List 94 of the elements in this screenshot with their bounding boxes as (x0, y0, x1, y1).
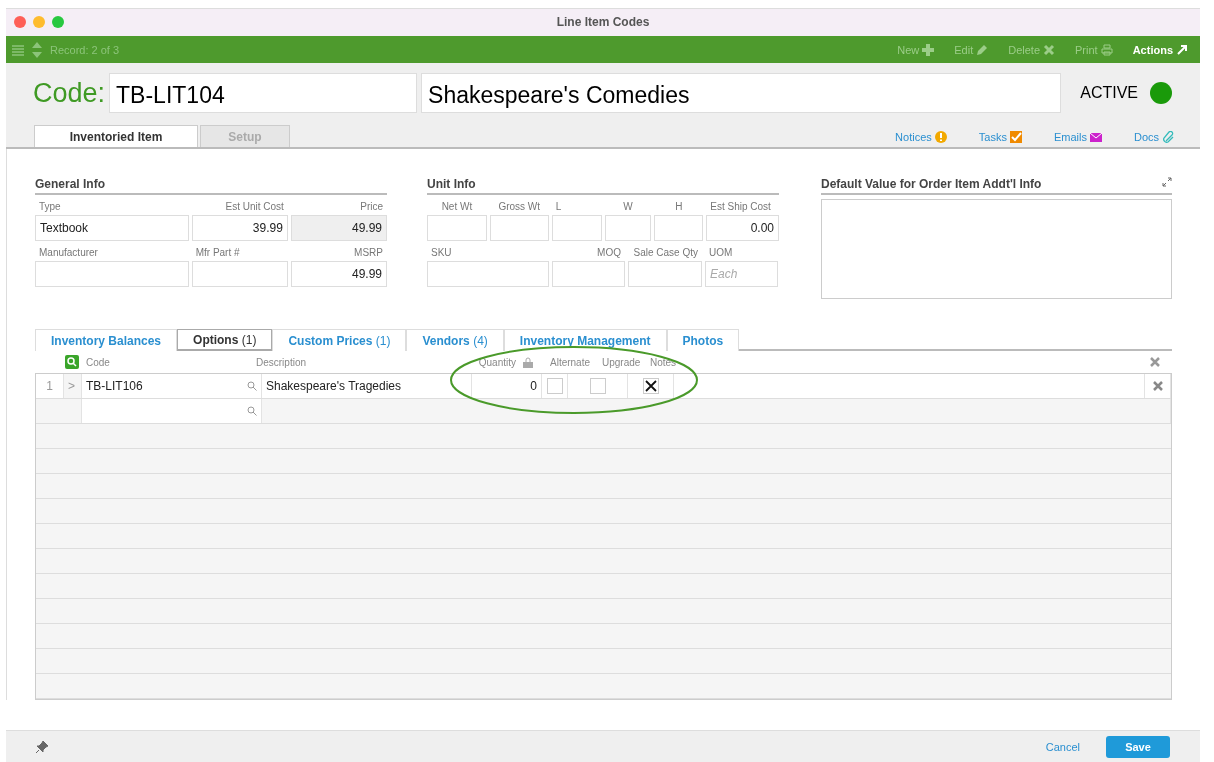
table-cell[interactable]: TB-LIT106 (82, 374, 262, 399)
field-label: MSRP (353, 246, 384, 261)
input-field[interactable] (604, 215, 652, 242)
tab[interactable]: Inventory Balances (35, 329, 178, 352)
tab[interactable]: Options (1) (177, 329, 273, 352)
input-field[interactable] (191, 261, 288, 288)
section-title: Default Value for Order Item Addt'l Info (821, 177, 1042, 192)
paperclip-icon (1162, 131, 1174, 144)
column-header: Alternate (549, 356, 592, 368)
table-cell[interactable]: 0 (472, 374, 542, 399)
expand-icon[interactable] (1162, 177, 1172, 188)
input-field[interactable] (427, 215, 487, 242)
checkbox[interactable] (642, 378, 659, 395)
up-down-icon[interactable] (32, 41, 42, 58)
cross-mark-icon (644, 380, 657, 393)
code-label: Code: (33, 77, 106, 109)
lock-icon (523, 356, 533, 368)
pin-icon[interactable] (36, 740, 48, 753)
section-title: Unit Info (427, 177, 779, 196)
section-title: General Info (35, 177, 387, 196)
field-label: SKU (430, 246, 453, 261)
input-field[interactable] (628, 261, 702, 288)
checkbox[interactable] (589, 378, 606, 395)
close-button[interactable] (14, 16, 26, 29)
input-field[interactable]: Each (705, 261, 778, 288)
field-label: Mfr Part # (194, 246, 241, 261)
search-button-icon[interactable] (65, 355, 79, 370)
close-icon[interactable] (1152, 381, 1163, 392)
link[interactable]: Tasks (978, 131, 1022, 144)
save-button[interactable]: Save (1106, 735, 1170, 758)
table-cell[interactable] (262, 399, 1171, 424)
menu-icon[interactable] (12, 43, 24, 56)
name-field[interactable]: Shakespeare's Comedies (421, 73, 1062, 114)
printer-icon (1100, 43, 1113, 56)
close-icon[interactable] (1150, 357, 1160, 368)
input-field[interactable]: 49.99 (290, 215, 387, 242)
arrow-icon (1176, 43, 1188, 56)
window-title: Line Item Codes (556, 15, 650, 30)
tab[interactable]: Vendors (4) (406, 329, 504, 352)
status-label: ACTIVE (1080, 84, 1138, 103)
envelope-icon (1089, 131, 1102, 144)
checkbox[interactable] (546, 378, 563, 395)
tab[interactable]: Custom Prices (1) (272, 329, 407, 352)
field-label: Sale Case Qty (632, 246, 699, 261)
pencil-icon (976, 43, 989, 56)
input-field[interactable] (552, 261, 625, 288)
close-icon (1043, 43, 1056, 56)
table-cell: Shakespeare's Tragedies (262, 374, 472, 399)
input-field[interactable] (489, 215, 549, 242)
field-label: W (622, 200, 634, 215)
input-field[interactable]: 0.00 (706, 215, 779, 242)
field-label: Price (359, 200, 384, 215)
zoom-button[interactable] (52, 16, 64, 29)
minimize-button[interactable] (33, 16, 45, 29)
link[interactable]: Docs (1133, 131, 1174, 144)
search-icon[interactable] (247, 406, 257, 417)
field-label: Gross Wt (497, 200, 542, 215)
field-label: Est Unit Cost (224, 200, 285, 215)
field-label: H (674, 200, 684, 215)
input-field[interactable] (427, 261, 549, 288)
tab[interactable]: Photos (666, 329, 740, 352)
column-header: Quantity (477, 356, 517, 368)
column-header: Description (255, 356, 308, 368)
status-dot-icon (1150, 82, 1172, 105)
input-field[interactable]: 49.99 (290, 261, 387, 288)
tab[interactable]: Inventoried Item (34, 125, 198, 148)
alert-icon (934, 131, 947, 144)
text-area[interactable] (821, 199, 1172, 300)
column-header: Code (85, 356, 111, 368)
input-field[interactable] (35, 261, 189, 288)
cancel-button[interactable]: Cancel (1039, 739, 1086, 754)
input-field[interactable]: 39.99 (191, 215, 288, 242)
expand-toggle[interactable]: > (64, 374, 82, 399)
input-field[interactable] (551, 215, 602, 242)
plus-icon (922, 43, 935, 56)
link[interactable]: Notices (895, 131, 947, 144)
field-label: Net Wt (440, 200, 474, 215)
field-label: MOQ (596, 246, 622, 261)
checkbox-icon (1009, 131, 1022, 144)
field-label: Type (38, 200, 62, 215)
input-field[interactable]: Textbook (35, 215, 189, 242)
code-field[interactable]: TB-LIT104 (109, 73, 418, 114)
search-icon[interactable] (247, 381, 257, 392)
field-label: UOM (708, 246, 734, 261)
record-counter: Record: 2 of 3 (50, 43, 120, 56)
column-header: Upgrade (601, 356, 642, 368)
input-field[interactable] (654, 215, 704, 242)
link[interactable]: Emails (1053, 131, 1102, 144)
field-label: Est Ship Cost (709, 200, 772, 215)
field-label: Manufacturer (38, 246, 99, 261)
tab[interactable]: Setup (200, 125, 290, 148)
toolbar-button[interactable]: Actions (1126, 43, 1194, 56)
field-label: L (554, 200, 563, 215)
tab[interactable]: Inventory Management (503, 329, 667, 352)
